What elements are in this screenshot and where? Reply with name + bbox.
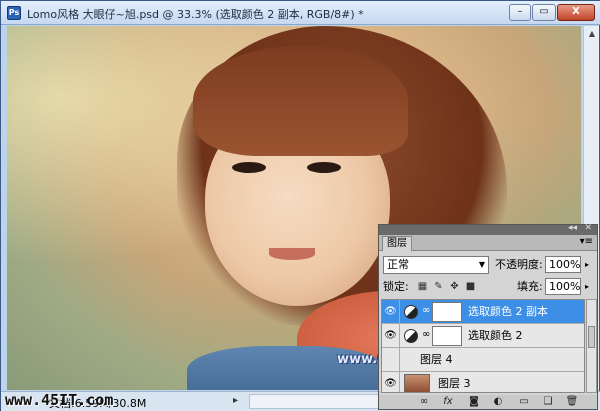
adjustment-layer-icon bbox=[404, 305, 418, 319]
horizontal-scrollbar[interactable] bbox=[249, 394, 379, 409]
fill-label: 填充: bbox=[517, 280, 543, 293]
layer-mask-thumbnail[interactable] bbox=[432, 326, 462, 346]
panel-menu-icon[interactable]: ▾≡ bbox=[580, 236, 593, 247]
blend-mode-select[interactable]: 正常 ▼ bbox=[383, 256, 489, 274]
fx-icon[interactable]: fx bbox=[441, 395, 455, 409]
opacity-field[interactable]: 100% bbox=[545, 256, 581, 273]
adjustment-layer-icon bbox=[404, 329, 418, 343]
opacity-label: 不透明度: bbox=[495, 258, 543, 271]
document-title: Lomo风格 大眼仔~旭.psd @ 33.3% (选取颜色 2 副本, RGB… bbox=[27, 8, 364, 21]
lock-pixels-icon[interactable]: ✎ bbox=[433, 281, 444, 292]
layers-scrollbar[interactable] bbox=[586, 299, 597, 393]
layer-row[interactable]: 图层 4 bbox=[382, 348, 584, 372]
eye-icon[interactable]: 👁 bbox=[382, 300, 400, 324]
collapse-icon[interactable]: ◂◂ bbox=[568, 223, 577, 233]
lock-fill-row: 锁定: ▦ ✎ ✥ ■ 填充: 100% ▸ bbox=[383, 278, 595, 296]
title-bar[interactable]: Ps Lomo风格 大眼仔~旭.psd @ 33.3% (选取颜色 2 副本, … bbox=[1, 1, 600, 25]
layer-name: 图层 3 bbox=[438, 377, 471, 390]
layers-list: 👁 ∞ 选取颜色 2 副本 👁 ∞ 选取颜色 2 图层 4 👁 图层 3 bbox=[381, 299, 585, 393]
close-button[interactable]: X bbox=[557, 4, 595, 21]
layer-thumbnail[interactable] bbox=[404, 374, 430, 392]
eye-icon[interactable]: 👁 bbox=[382, 372, 400, 392]
layer-mask-thumbnail[interactable] bbox=[432, 302, 462, 322]
eye-hidden-slot[interactable] bbox=[382, 348, 400, 372]
lock-label: 锁定: bbox=[383, 280, 409, 293]
layer-row[interactable]: 👁 图层 3 bbox=[382, 372, 584, 392]
chevron-down-icon: ▼ bbox=[478, 260, 485, 269]
eye-icon[interactable]: 👁 bbox=[382, 324, 400, 348]
new-layer-icon[interactable]: ❑ bbox=[541, 395, 555, 409]
adjustment-icon[interactable]: ◐ bbox=[491, 395, 505, 409]
tab-layers[interactable]: 图层 bbox=[382, 236, 412, 251]
fill-field[interactable]: 100% bbox=[545, 278, 581, 295]
photo-bangs bbox=[193, 46, 408, 156]
scrollbar-thumb[interactable] bbox=[588, 326, 595, 348]
photo-eye-right bbox=[307, 162, 341, 173]
lock-all-icon[interactable]: ■ bbox=[465, 281, 476, 292]
layer-row[interactable]: 👁 ∞ 选取颜色 2 bbox=[382, 324, 584, 348]
chain-link-icon[interactable]: ∞ bbox=[422, 329, 430, 340]
trash-icon[interactable]: 🗑 bbox=[565, 395, 579, 409]
layers-panel-footer: ∞ fx ◙ ◐ ▭ ❑ 🗑 bbox=[379, 395, 597, 409]
mask-icon[interactable]: ◙ bbox=[467, 395, 481, 409]
corner-watermark: www.45IT.com bbox=[5, 391, 114, 409]
scroll-up-icon[interactable]: ▲ bbox=[586, 28, 598, 40]
photo-eye-left bbox=[232, 162, 266, 173]
opacity-slider-arrow-icon[interactable]: ▸ bbox=[582, 256, 592, 273]
lock-position-icon[interactable]: ✥ bbox=[449, 281, 460, 292]
layer-name: 图层 4 bbox=[420, 353, 453, 366]
photoshop-icon: Ps bbox=[7, 6, 21, 20]
lock-transparency-icon[interactable]: ▦ bbox=[417, 281, 428, 292]
panel-tab-strip: 图层 ▾≡ bbox=[379, 235, 597, 251]
minimize-button[interactable]: – bbox=[509, 4, 531, 21]
group-icon[interactable]: ▭ bbox=[517, 395, 531, 409]
photo-mouth bbox=[269, 248, 315, 260]
status-menu-arrow-icon[interactable]: ▸ bbox=[233, 395, 238, 406]
maximize-button[interactable]: ▭ bbox=[532, 4, 556, 21]
layers-panel: ◂◂ ✕ 图层 ▾≡ 正常 ▼ 不透明度: 100% ▸ 锁定: ▦ ✎ ✥ ■… bbox=[378, 223, 598, 410]
panel-header[interactable]: ◂◂ ✕ bbox=[379, 223, 597, 235]
layer-name: 选取颜色 2 副本 bbox=[468, 305, 548, 318]
fill-slider-arrow-icon[interactable]: ▸ bbox=[582, 278, 592, 295]
layer-name: 选取颜色 2 bbox=[468, 329, 523, 342]
link-icon[interactable]: ∞ bbox=[417, 395, 431, 409]
blend-opacity-row: 正常 ▼ 不透明度: 100% ▸ bbox=[383, 256, 595, 274]
layer-row[interactable]: 👁 ∞ 选取颜色 2 副本 bbox=[382, 300, 584, 324]
blend-mode-value: 正常 bbox=[387, 258, 409, 271]
chain-link-icon[interactable]: ∞ bbox=[422, 305, 430, 316]
panel-close-icon[interactable]: ✕ bbox=[584, 223, 592, 233]
